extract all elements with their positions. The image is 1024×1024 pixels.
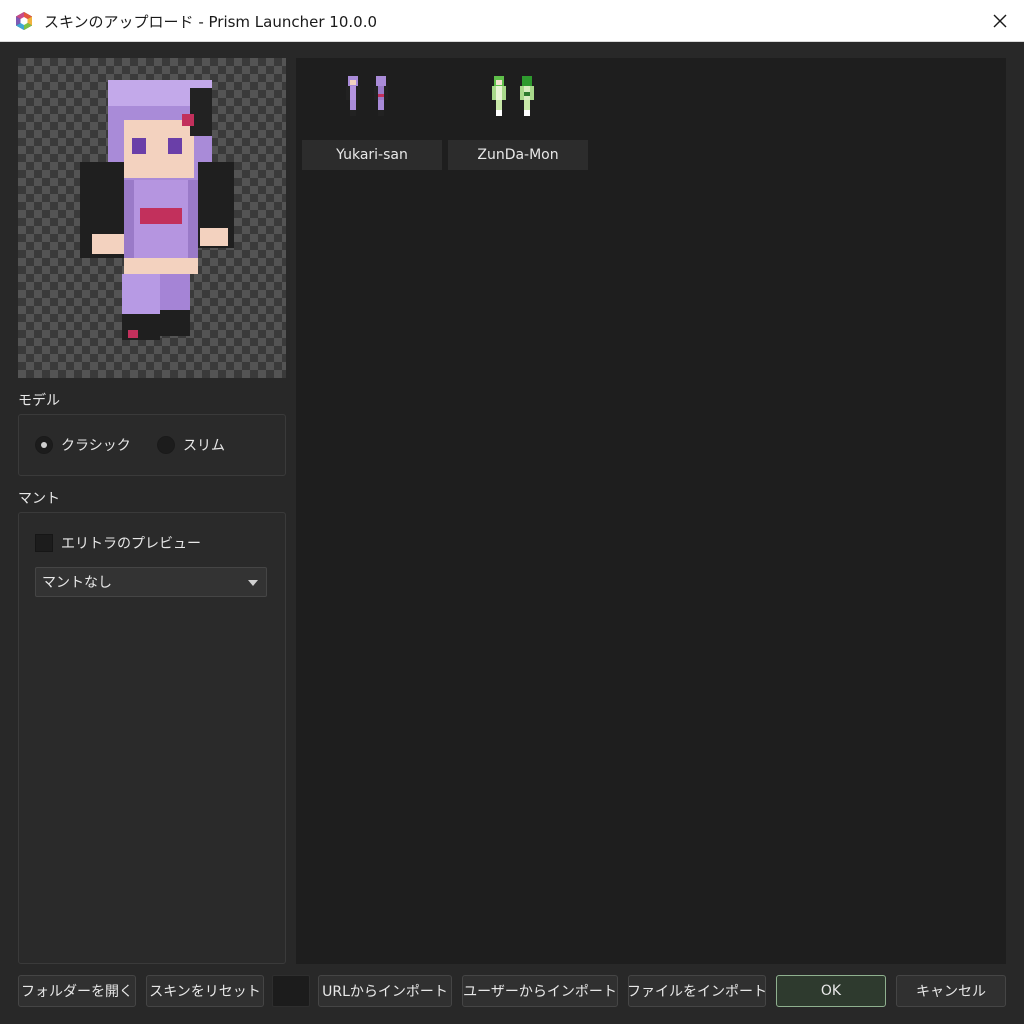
- open-folder-button[interactable]: フォルダーを開く: [18, 975, 136, 1007]
- elytra-preview-checkbox[interactable]: エリトラのプレビュー: [35, 533, 201, 553]
- model-classic-label: クラシック: [61, 438, 131, 454]
- model-group-label: モデル: [18, 393, 60, 409]
- import-file-button[interactable]: ファイルをインポート: [627, 975, 767, 1007]
- ok-button[interactable]: OK: [776, 975, 886, 1007]
- skin-upload-dialog: モデル クラシック スリム マント エリトラのプレビュー マントなし Yukar…: [0, 42, 1024, 1024]
- color-swatch-button[interactable]: [272, 975, 310, 1007]
- skin-list[interactable]: Yukari-san ZunDa-Mon: [296, 58, 1006, 964]
- close-button[interactable]: [976, 0, 1024, 42]
- title-bar: スキンのアップロード - Prism Launcher 10.0.0: [0, 0, 1024, 42]
- chevron-down-icon: [248, 580, 258, 586]
- cape-select-value: マントなし: [42, 575, 112, 591]
- model-groupbox: クラシック スリム: [18, 414, 286, 476]
- close-icon: [993, 14, 1007, 28]
- checkbox-unchecked-icon: [35, 534, 53, 552]
- skin-name-label: ZunDa-Mon: [448, 140, 588, 170]
- model-slim-radio[interactable]: スリム: [157, 435, 225, 455]
- skin-name-label: Yukari-san: [302, 140, 442, 170]
- skin-thumbnail-icon: [346, 76, 388, 116]
- skin-item-zundamon[interactable]: ZunDa-Mon: [442, 58, 588, 170]
- reset-skin-button[interactable]: スキンをリセット: [146, 975, 264, 1007]
- import-from-user-button[interactable]: ユーザーからインポート: [462, 975, 618, 1007]
- cape-group-label: マント: [18, 491, 60, 507]
- skin-preview-character: [80, 80, 234, 340]
- cape-select[interactable]: マントなし: [35, 567, 267, 597]
- cancel-button[interactable]: キャンセル: [896, 975, 1006, 1007]
- cape-groupbox: エリトラのプレビュー マントなし: [18, 512, 286, 964]
- model-classic-radio[interactable]: クラシック: [35, 435, 131, 455]
- import-from-url-button[interactable]: URLからインポート: [318, 975, 452, 1007]
- model-slim-label: スリム: [183, 438, 225, 454]
- skin-thumbnail-icon: [492, 76, 534, 116]
- skin-item-yukari[interactable]: Yukari-san: [296, 58, 442, 170]
- window-title: スキンのアップロード - Prism Launcher 10.0.0: [44, 13, 378, 31]
- skin-preview[interactable]: [18, 58, 286, 378]
- elytra-preview-label: エリトラのプレビュー: [61, 536, 201, 552]
- radio-checked-icon: [35, 436, 53, 454]
- prism-launcher-icon: [16, 12, 32, 30]
- radio-unchecked-icon: [157, 436, 175, 454]
